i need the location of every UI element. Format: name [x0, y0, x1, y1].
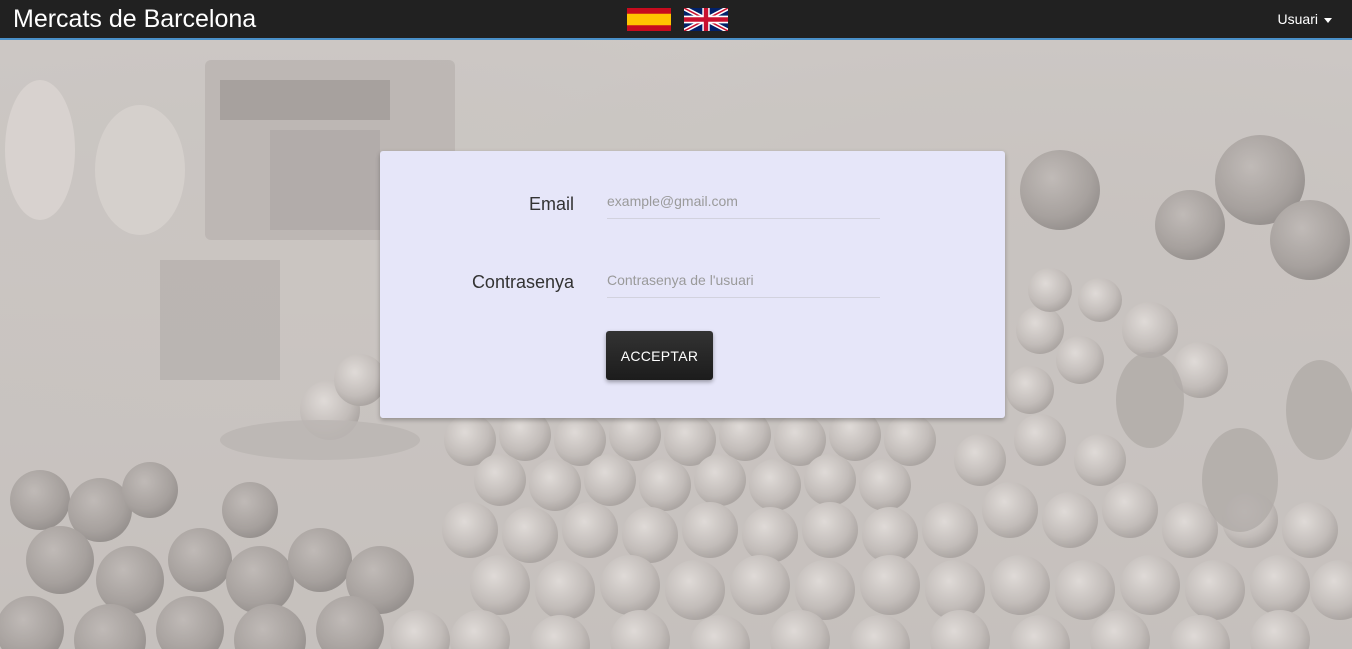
caret-down-icon: [1324, 17, 1332, 23]
email-label: Email: [528, 194, 574, 214]
brand-title[interactable]: Mercats de Barcelona: [13, 4, 256, 34]
user-dropdown-label: Usuari: [1277, 11, 1318, 27]
top-navbar: Mercats de Barcelona Usuari: [0, 0, 1352, 40]
user-dropdown[interactable]: Usuari: [1278, 10, 1332, 28]
login-card: Email Contrasenya ACCEPTAR: [380, 151, 1005, 418]
accept-button[interactable]: ACCEPTAR: [606, 331, 713, 380]
password-field[interactable]: [607, 263, 880, 298]
email-field[interactable]: [607, 184, 880, 219]
password-label: Contrasenya: [471, 272, 574, 292]
uk-flag-icon[interactable]: [683, 5, 729, 34]
spain-flag-icon[interactable]: [627, 8, 671, 31]
